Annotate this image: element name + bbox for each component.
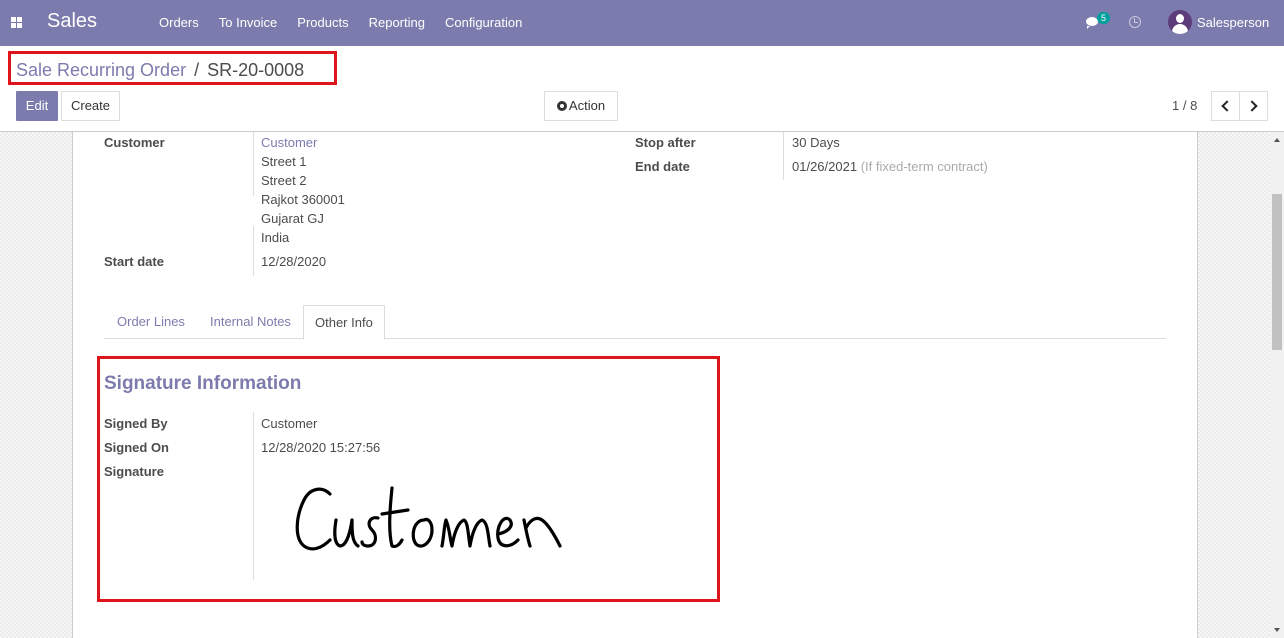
action-button[interactable]: Action [544, 91, 618, 121]
address-city: Rajkot 360001 [261, 192, 345, 207]
address-line-2: Street 2 [261, 173, 307, 188]
field-divider [783, 132, 784, 180]
user-name[interactable]: Salesperson [1197, 15, 1269, 30]
menu-to-invoice[interactable]: To Invoice [209, 0, 288, 46]
end-date-label: End date [635, 159, 690, 174]
vertical-scrollbar[interactable] [1270, 132, 1284, 638]
field-divider [253, 132, 254, 196]
scroll-down-arrow-icon[interactable] [1274, 628, 1280, 632]
menu-orders[interactable]: Orders [149, 0, 209, 46]
chevron-left-icon [1221, 100, 1233, 112]
chat-count-badge: 5 [1097, 12, 1111, 24]
stop-after-label: Stop after [635, 135, 696, 150]
chevron-right-icon [1246, 100, 1258, 112]
start-date-value: 12/28/2020 [261, 254, 327, 269]
address-country: India [261, 230, 290, 245]
tab-internal-notes[interactable]: Internal Notes [197, 305, 304, 339]
end-date-value: 01/26/2021 (If fixed-term contract) [792, 159, 988, 174]
address-line-1: Street 1 [261, 154, 307, 169]
pager-value[interactable]: 1 / 8 [1172, 98, 1197, 113]
customer-link[interactable]: Customer [261, 135, 317, 150]
pager-previous-button[interactable] [1211, 91, 1240, 121]
gear-icon [556, 101, 567, 111]
customer-label: Customer [104, 135, 165, 150]
signature-highlight-box [97, 356, 720, 602]
tab-order-lines[interactable]: Order Lines [104, 305, 198, 339]
main-menu: Orders To Invoice Products Reporting Con… [149, 0, 532, 46]
messaging-button[interactable]: 5 [1085, 12, 1115, 33]
address-state: Gujarat GJ [261, 211, 324, 226]
pager-next-button[interactable] [1239, 91, 1268, 121]
breadcrumb-highlight-box [8, 51, 337, 85]
create-button[interactable]: Create [61, 91, 120, 121]
menu-reporting[interactable]: Reporting [359, 0, 435, 46]
apps-menu-icon[interactable] [11, 17, 22, 28]
app-brand[interactable]: Sales [47, 10, 97, 33]
action-label: Action [568, 98, 606, 113]
stop-after-value: 30 Days [792, 135, 840, 150]
end-date-hint: (If fixed-term contract) [860, 159, 988, 174]
menu-products[interactable]: Products [287, 0, 358, 46]
field-divider [253, 226, 254, 276]
scroll-up-arrow-icon[interactable] [1274, 138, 1280, 142]
top-navbar: Sales Orders To Invoice Products Reporti… [0, 0, 1284, 46]
start-date-label: Start date [104, 254, 164, 269]
edit-button[interactable]: Edit [16, 91, 58, 121]
notebook-tabs: Order Lines Internal Notes Other Info [104, 305, 1166, 340]
menu-configuration[interactable]: Configuration [435, 0, 532, 46]
user-avatar[interactable] [1168, 10, 1192, 34]
activity-clock-icon[interactable] [1129, 16, 1141, 28]
tab-other-info[interactable]: Other Info [303, 305, 385, 340]
scroll-thumb[interactable] [1272, 194, 1282, 350]
